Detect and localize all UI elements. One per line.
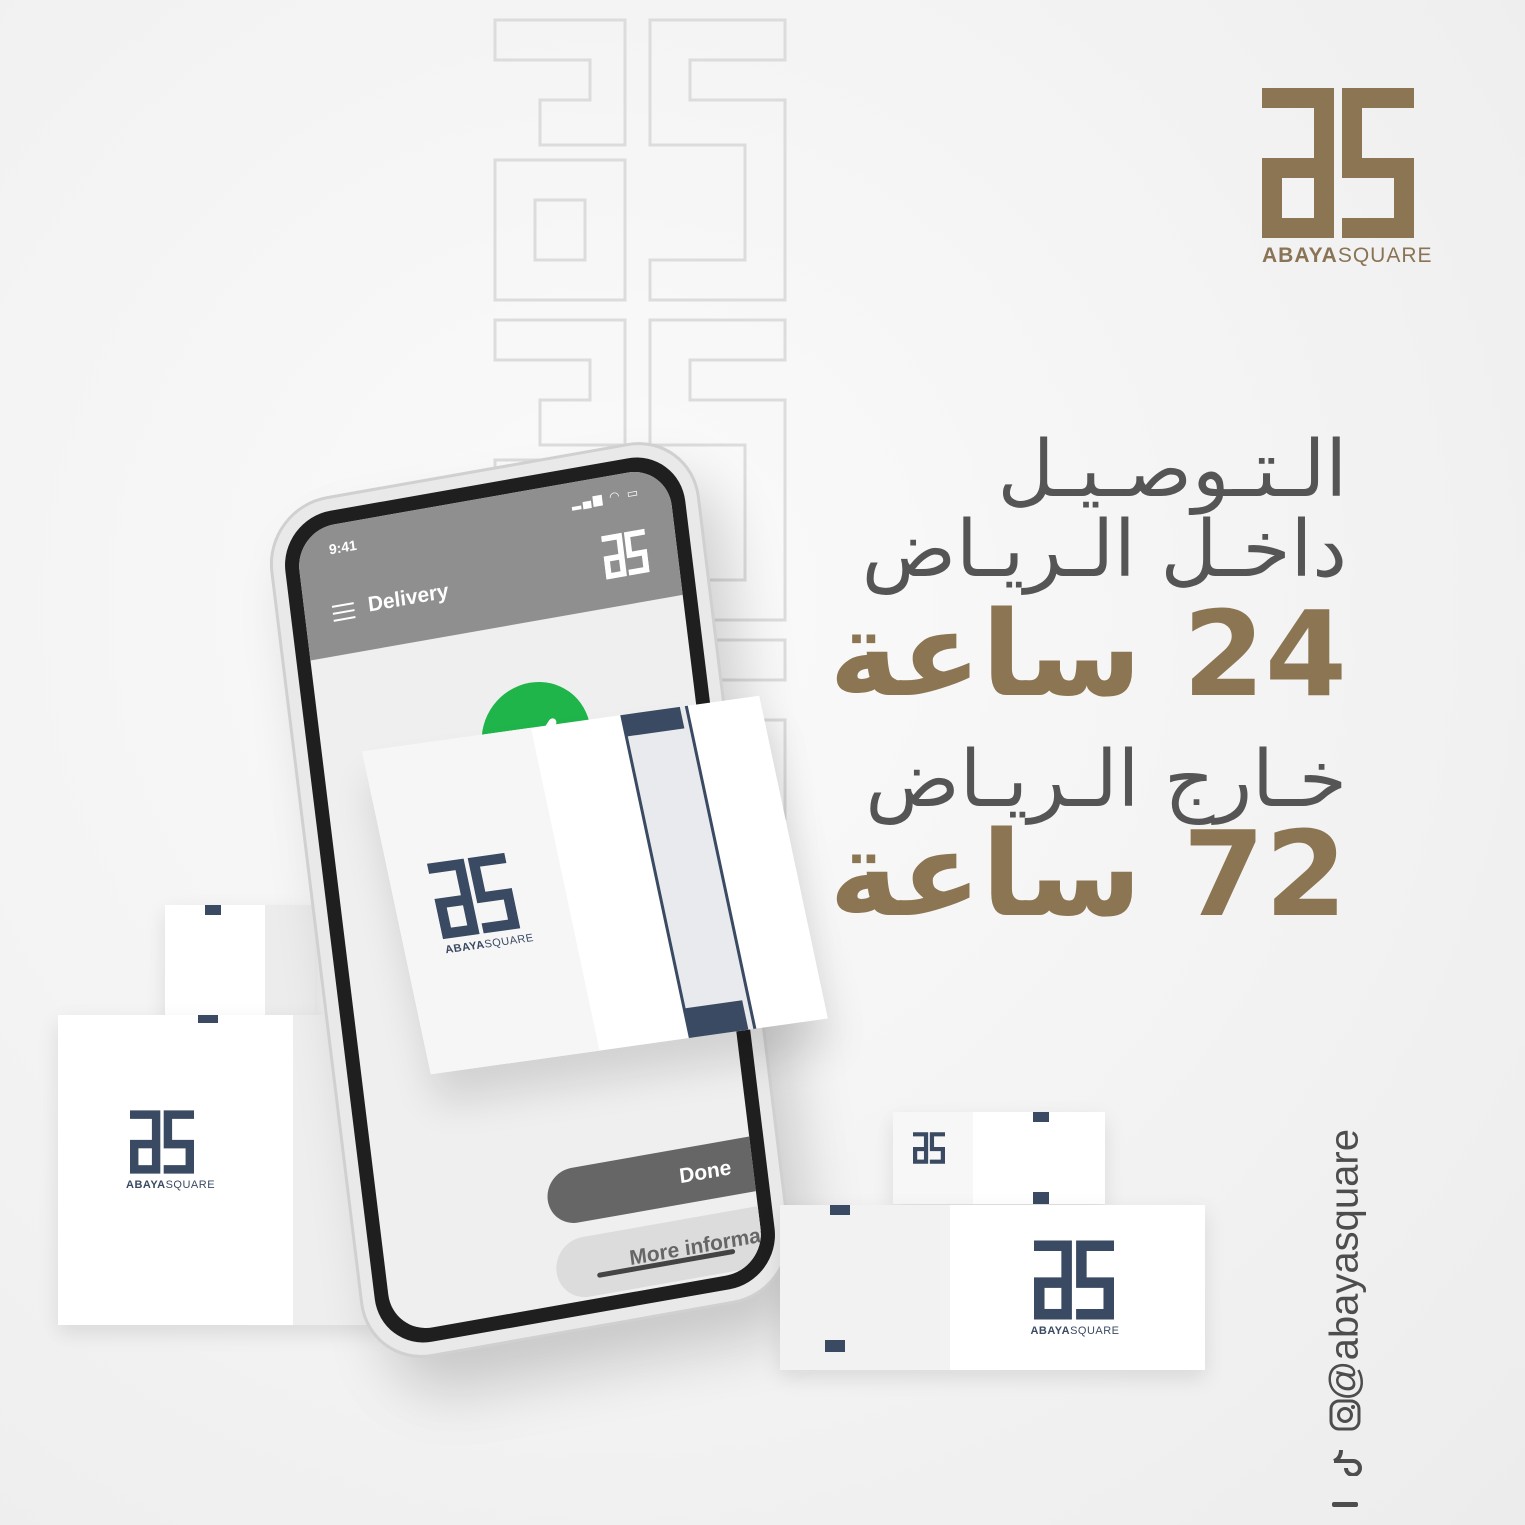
- instagram-icon[interactable]: [1328, 1398, 1362, 1432]
- app-header: 9:41 ▂▄▆ ◠ ▭ Delivery: [294, 465, 683, 661]
- tiktok-icon[interactable]: [1328, 1442, 1362, 1476]
- brand-name-light: SQUARE: [1337, 244, 1433, 267]
- box-logo-left: ABAYASQUARE: [126, 1110, 226, 1191]
- package-box-right: ABAYASQUARE: [780, 1205, 1205, 1370]
- hamburger-menu-icon[interactable]: [331, 602, 356, 622]
- brand-logo: ABAYASQUARE: [1262, 88, 1432, 268]
- box-logo-mark: [1034, 1240, 1114, 1320]
- social-handle-text[interactable]: @abayasquare: [1323, 1129, 1368, 1401]
- snapchat-icon[interactable]: [1328, 1490, 1362, 1520]
- headline-inside-riyadh: داخـل الـريـاض: [861, 505, 1347, 595]
- headline-outside-time: 72 ساعة: [829, 805, 1347, 943]
- package-box-back: [165, 905, 315, 1020]
- box-logo-right-small: [913, 1132, 963, 1169]
- box-logo-mark: [130, 1110, 194, 1174]
- app-logo-icon: [601, 528, 650, 580]
- status-icons: ▂▄▆ ◠ ▭: [570, 484, 641, 511]
- social-handle-block: @abayasquare: [1320, 1129, 1370, 1520]
- package-box-floating: ABAYASQUARE: [362, 695, 828, 1075]
- box-logo-floating: ABAYASQUARE: [426, 849, 546, 956]
- brand-name-bold: ABAYA: [1262, 244, 1338, 267]
- box-logo-right: ABAYASQUARE: [1030, 1240, 1140, 1337]
- headline-inside-time: 24 ساعة: [829, 585, 1347, 723]
- brand-logo-mark: [1262, 88, 1414, 238]
- brand-wordmark: ABAYASQUARE: [1262, 244, 1432, 268]
- box-logo-bold: ABAYA: [126, 1179, 166, 1191]
- box-logo-light: SQUARE: [1070, 1325, 1120, 1337]
- box-logo-bold: ABAYA: [1030, 1325, 1071, 1337]
- app-title: Delivery: [366, 579, 450, 617]
- package-box-right-small: [893, 1112, 1105, 1204]
- status-time: 9:41: [328, 536, 358, 558]
- box-logo-mark: [913, 1132, 945, 1164]
- box-logo-light: SQUARE: [165, 1179, 216, 1191]
- box-logo-mark: [426, 852, 521, 940]
- headline-delivery: الـتـوصـيـل: [997, 425, 1347, 515]
